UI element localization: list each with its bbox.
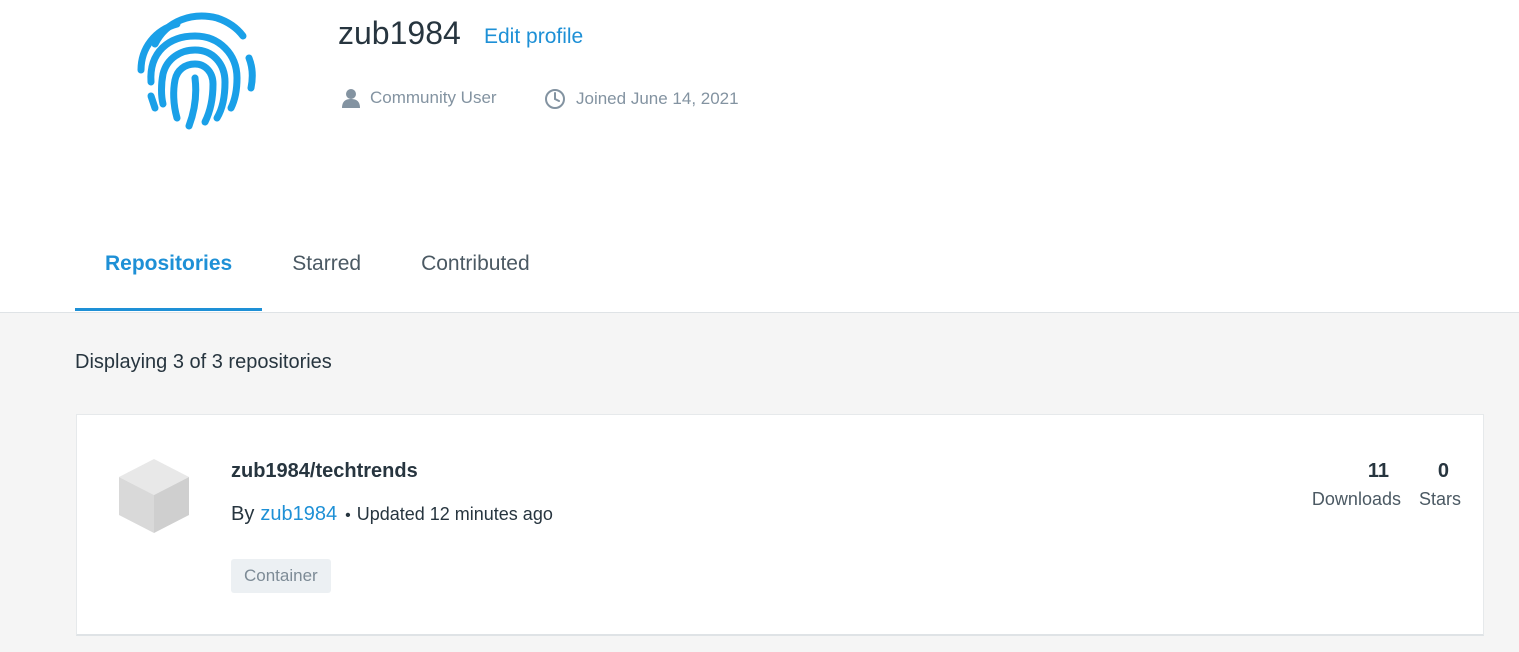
stars-label: Stars	[1418, 489, 1461, 509]
fingerprint-icon	[133, 8, 257, 132]
stars-count: 0	[1437, 460, 1449, 482]
tab-contributed[interactable]: Contributed	[391, 232, 560, 311]
downloads-stat: 11 Downloads	[1312, 460, 1401, 510]
repository-type-badge: Container	[231, 559, 331, 593]
downloads-count: 11	[1367, 460, 1389, 482]
profile-role: Community User	[342, 88, 497, 108]
repositories-panel: Displaying 3 of 3 repositories zub1984/t…	[0, 313, 1519, 652]
by-label: By	[231, 503, 255, 525]
repository-name[interactable]: zub1984/techtrends	[231, 460, 418, 483]
profile-joined: Joined June 14, 2021	[544, 88, 739, 110]
edit-profile-link[interactable]: Edit profile	[484, 25, 583, 49]
profile-tabs: Repositories Starred Contributed	[75, 232, 560, 312]
repository-byline: By zub1984 • Updated 12 minutes ago	[231, 503, 553, 526]
repository-card[interactable]: zub1984/techtrends By zub1984 • Updated …	[76, 414, 1484, 636]
stars-stat: 0 Stars	[1419, 460, 1461, 510]
tab-repositories[interactable]: Repositories	[75, 232, 263, 311]
joined-label: Joined June 14, 2021	[576, 89, 739, 108]
role-label: Community User	[370, 88, 497, 107]
tab-starred[interactable]: Starred	[262, 232, 391, 311]
updated-time: Updated 12 minutes ago	[356, 504, 553, 524]
clock-icon	[545, 89, 565, 109]
user-icon	[342, 89, 360, 108]
profile-header: zub1984 Edit profile Community User Join…	[0, 0, 1519, 313]
downloads-label: Downloads	[1311, 489, 1401, 509]
cube-icon	[117, 457, 191, 535]
repository-stats: 11 Downloads 0 Stars	[1312, 460, 1461, 510]
repository-count: Displaying 3 of 3 repositories	[75, 351, 332, 373]
separator-dot: •	[345, 507, 351, 524]
repository-owner-link[interactable]: zub1984	[260, 503, 337, 526]
profile-username: zub1984	[338, 15, 461, 51]
